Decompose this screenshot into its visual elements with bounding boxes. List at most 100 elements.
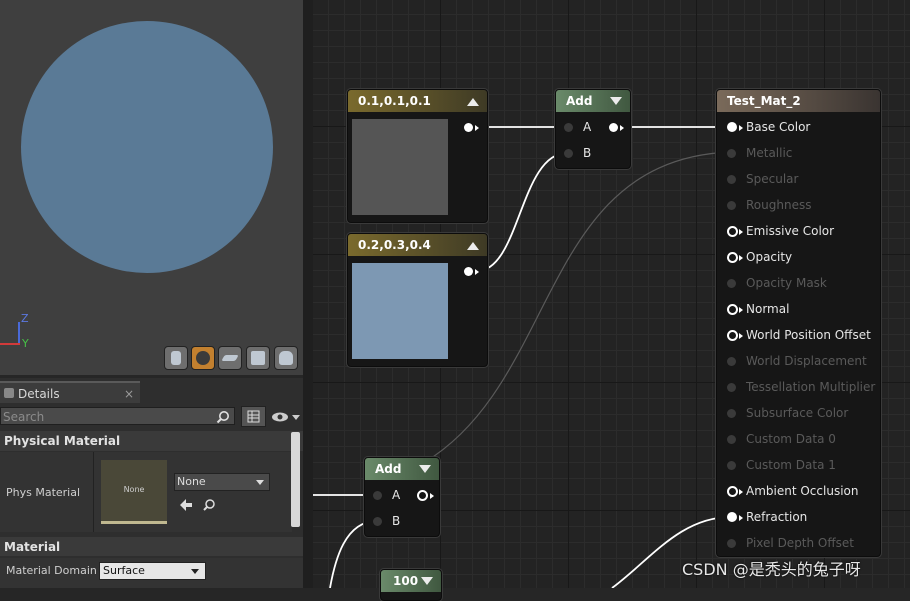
material-input-pin[interactable]: [727, 279, 736, 288]
constant3vector-node-1[interactable]: 0.1,0.1,0.1: [347, 89, 488, 223]
axis-y-label: Y: [22, 337, 29, 350]
material-input-label: Ambient Occlusion: [746, 484, 859, 498]
collapse-toggle-icon[interactable]: [467, 242, 479, 250]
axis-x-line: [0, 343, 20, 345]
phys-material-thumbnail[interactable]: None: [101, 460, 167, 524]
material-input-pin[interactable]: [727, 461, 736, 470]
output-pin-arrow-icon: [620, 125, 624, 131]
details-tab[interactable]: Details ×: [0, 381, 140, 403]
details-tab-label: Details: [18, 387, 60, 401]
material-input-pin[interactable]: [727, 409, 736, 418]
material-input-pin[interactable]: [727, 175, 736, 184]
material-input-label: Subsurface Color: [746, 406, 849, 420]
input-pin-a-label: A: [583, 120, 592, 134]
preview-sphere: [21, 21, 273, 273]
sphere-icon: [196, 351, 210, 365]
material-result-node[interactable]: Test_Mat_2 Base Color Metallic Specular Rou…: [716, 89, 881, 557]
material-input-label: Normal: [746, 302, 790, 316]
output-pin[interactable]: [464, 267, 473, 276]
preview-cube-button[interactable]: [246, 346, 270, 370]
search-icon: [203, 499, 215, 511]
material-input-pin[interactable]: [727, 383, 736, 392]
custom-mesh-icon: [279, 351, 293, 365]
collapse-toggle-icon[interactable]: [467, 98, 479, 106]
material-input-pin[interactable]: [727, 122, 737, 132]
input-pin-b[interactable]: [564, 149, 573, 158]
material-input-label: Metallic: [746, 146, 793, 160]
color-preview-swatch: [352, 263, 448, 359]
expand-toggle-icon[interactable]: [610, 97, 622, 105]
output-pin[interactable]: [464, 123, 473, 132]
material-input-pin[interactable]: [727, 226, 738, 237]
material-preview-viewport[interactable]: Z Y: [0, 0, 304, 375]
details-search-input[interactable]: Search: [0, 407, 235, 425]
pin-arrow-icon: [739, 515, 743, 521]
category-material[interactable]: Material: [0, 537, 303, 556]
material-input-pin[interactable]: [727, 357, 736, 366]
node-title: Test_Mat_2: [717, 90, 880, 112]
input-pin-b-label: B: [583, 146, 592, 160]
pin-arrow-icon: [739, 125, 743, 131]
grid-icon: [247, 410, 260, 423]
material-input-label: Tessellation Multiplier: [746, 380, 876, 394]
material-input-pin[interactable]: [727, 201, 736, 210]
material-input-label: Opacity Mask: [746, 276, 827, 290]
visibility-options-button[interactable]: [270, 409, 302, 425]
add-node-2[interactable]: Add A B: [364, 457, 440, 537]
phys-material-dropdown[interactable]: None: [174, 473, 270, 491]
pin-arrow-icon: [739, 333, 743, 339]
material-input-pin[interactable]: [727, 435, 736, 444]
input-pin-b[interactable]: [373, 517, 382, 526]
material-input-pin[interactable]: [727, 149, 736, 158]
preview-sphere-button[interactable]: [191, 346, 215, 370]
material-input-pin[interactable]: [727, 539, 736, 548]
expand-toggle-icon[interactable]: [421, 577, 433, 585]
material-input-pin[interactable]: [727, 304, 738, 315]
add-node-1[interactable]: Add A B: [555, 89, 631, 169]
input-pin-a[interactable]: [373, 491, 382, 500]
category-physical-material[interactable]: Physical Material: [0, 431, 303, 451]
material-domain-value: Surface: [103, 564, 145, 577]
material-input-label: Opacity: [746, 250, 793, 264]
material-input-pin[interactable]: [727, 330, 738, 341]
row-divider: [93, 452, 94, 532]
use-selected-asset-button[interactable]: [179, 497, 193, 511]
color-preview-swatch: [352, 119, 448, 215]
property-matrix-button[interactable]: [241, 406, 266, 427]
pin-arrow-icon: [739, 229, 743, 235]
material-input-pin[interactable]: [727, 252, 738, 263]
input-pin-a-label: A: [392, 488, 401, 502]
search-icon[interactable]: [216, 409, 230, 424]
details-tab-icon: [4, 388, 14, 398]
material-input-pin[interactable]: [727, 512, 737, 522]
phys-material-label: Phys Material: [6, 486, 81, 499]
output-pin[interactable]: [417, 490, 428, 501]
browse-asset-button[interactable]: [202, 497, 216, 511]
material-input-pin[interactable]: [727, 486, 738, 497]
pin-arrow-icon: [739, 307, 743, 313]
output-pin-arrow-icon: [475, 269, 479, 275]
cylinder-icon: [171, 351, 181, 365]
details-tab-close-button[interactable]: ×: [124, 383, 134, 405]
material-input-label: Roughness: [746, 198, 812, 212]
chevron-down-icon: [256, 480, 264, 485]
panel-splitter[interactable]: [303, 0, 313, 588]
details-scrollbar[interactable]: [291, 432, 300, 527]
plane-icon: [221, 355, 239, 361]
constant-node-100[interactable]: 100: [380, 569, 442, 601]
constant3vector-node-2[interactable]: 0.2,0.3,0.4: [347, 233, 488, 367]
material-input-label: World Displacement: [746, 354, 867, 368]
expand-toggle-icon[interactable]: [419, 465, 431, 473]
output-pin-arrow-icon: [430, 493, 434, 499]
output-pin-arrow-icon: [475, 125, 479, 131]
material-input-label: Refraction: [746, 510, 808, 524]
arrow-left-icon: [180, 499, 192, 511]
input-pin-a[interactable]: [564, 123, 573, 132]
preview-custom-mesh-button[interactable]: [274, 346, 298, 370]
material-input-label: Specular: [746, 172, 799, 186]
material-domain-dropdown[interactable]: Surface: [99, 562, 206, 580]
output-pin[interactable]: [609, 123, 618, 132]
preview-plane-button[interactable]: [218, 346, 242, 370]
material-input-label: Emissive Color: [746, 224, 835, 238]
preview-cylinder-button[interactable]: [164, 346, 188, 370]
